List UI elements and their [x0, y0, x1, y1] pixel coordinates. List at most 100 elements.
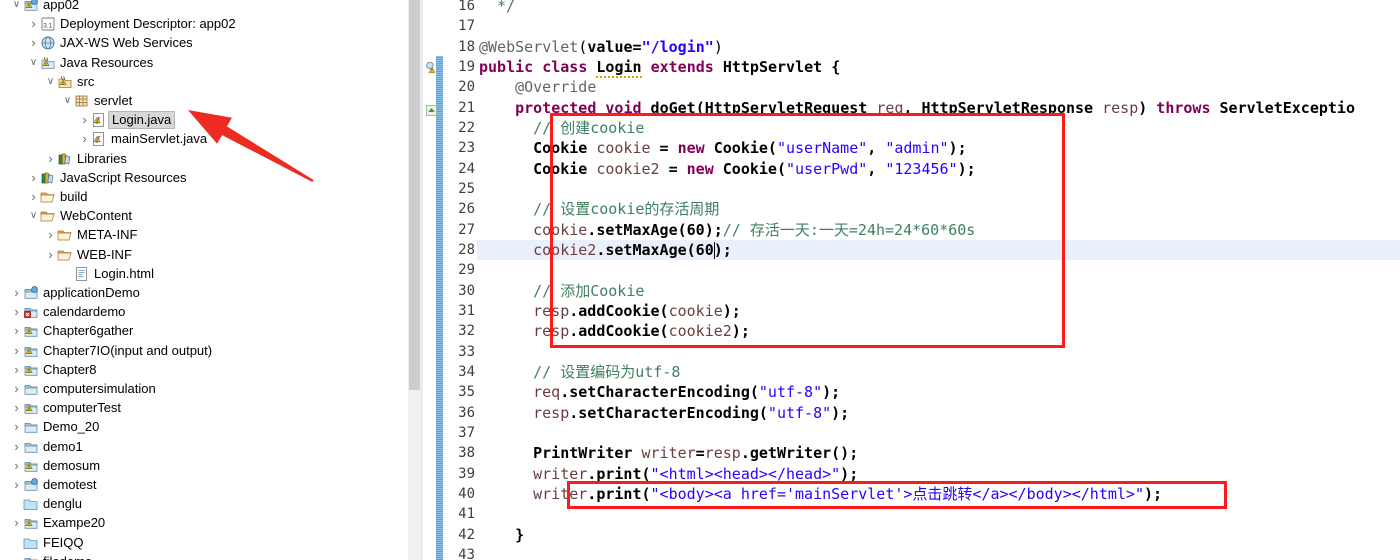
- chevron-right-icon[interactable]: ›: [10, 321, 23, 340]
- chevron-right-icon[interactable]: ›: [27, 187, 40, 206]
- chevron-down-icon[interactable]: ∨: [44, 72, 57, 91]
- tree-item-chapter8[interactable]: › Chapter8: [0, 360, 408, 379]
- project-warning-icon: [23, 341, 40, 360]
- chevron-right-icon[interactable]: ›: [10, 398, 23, 417]
- tree-item-computersimulation[interactable]: › computersimulation: [0, 379, 408, 398]
- tree-item-calendardemo[interactable]: › calendardemo: [0, 302, 408, 321]
- code-token: doGet: [650, 98, 696, 117]
- tree-item-feiqq[interactable]: FEIQQ: [0, 533, 408, 552]
- line-number: 42: [458, 526, 475, 543]
- code-line-text[interactable]: writer.print("<html><head></head>");: [533, 464, 858, 484]
- tree-item-meta-inf[interactable]: › META-INF: [0, 225, 408, 244]
- tree-item-filedemo[interactable]: › filedemo: [0, 552, 408, 560]
- code-line-text[interactable]: protected void doGet(HttpServletRequest …: [515, 98, 1355, 118]
- warning-marker-icon[interactable]: [425, 61, 438, 74]
- line-number: 41: [458, 506, 475, 523]
- code-token: );: [831, 403, 850, 422]
- code-line-text[interactable]: // 设置cookie的存活周期: [533, 199, 719, 219]
- code-line-text[interactable]: Cookie cookie2 = new Cookie("userPwd", "…: [533, 159, 976, 179]
- tree-item-demosum[interactable]: › demosum: [0, 456, 408, 475]
- tree-item-src[interactable]: ∨ src: [0, 72, 408, 91]
- tree-item-label: FEIQQ: [43, 534, 84, 550]
- tree-item-exampe20[interactable]: › Exampe20: [0, 513, 408, 532]
- tree-item-login-html[interactable]: Login.html: [0, 264, 408, 283]
- chevron-right-icon[interactable]: ›: [10, 302, 23, 321]
- chevron-down-icon[interactable]: ∨: [27, 53, 40, 72]
- chevron-right-icon[interactable]: ›: [78, 129, 91, 148]
- code-line-text[interactable]: // 设置编码为utf-8: [533, 362, 680, 382]
- code-line-text[interactable]: */: [497, 0, 515, 16]
- project-explorer-panel[interactable]: ∨ app02 › 3.1 Deployment Descriptor: app02 › J…: [0, 0, 408, 560]
- code-line-text[interactable]: // 添加Cookie: [533, 281, 644, 301]
- code-line-text[interactable]: Cookie cookie = new Cookie("userName", "…: [533, 138, 967, 158]
- chevron-right-icon[interactable]: ›: [10, 513, 23, 532]
- code-token: resp: [533, 403, 570, 422]
- chevron-right-icon[interactable]: ›: [44, 245, 57, 264]
- tree-item-deployment-descriptor-app02[interactable]: › 3.1 Deployment Descriptor: app02: [0, 14, 408, 33]
- chevron-right-icon[interactable]: ›: [10, 456, 23, 475]
- code-line-text[interactable]: }: [515, 525, 524, 545]
- chevron-down-icon[interactable]: ∨: [10, 0, 23, 14]
- chevron-right-icon[interactable]: ›: [27, 14, 40, 33]
- chevron-right-icon[interactable]: ›: [10, 437, 23, 456]
- tree-item-chapter6gather[interactable]: › Chapter6gather: [0, 321, 408, 340]
- tree-item-libraries[interactable]: › Libraries: [0, 149, 408, 168]
- code-token: .setCharacterEncoding(: [569, 403, 768, 422]
- tree-item-demo-20[interactable]: › Demo_20: [0, 417, 408, 436]
- chevron-right-icon[interactable]: ›: [10, 360, 23, 379]
- tree-item-applicationdemo[interactable]: › applicationDemo: [0, 283, 408, 302]
- code-fold-collapse-icon[interactable]: [426, 104, 437, 116]
- tree-item-web-inf[interactable]: › WEB-INF: [0, 245, 408, 264]
- code-editor[interactable]: 16 17 18 19 20 21 22 23 24 25 26 27 28 29 30 31 32 33 34 35…: [423, 0, 1400, 560]
- code-line-text[interactable]: @WebServlet(value="/login"): [479, 37, 723, 57]
- chevron-right-icon[interactable]: ›: [27, 33, 40, 52]
- project-warning-icon: [23, 552, 40, 560]
- tree-item-chapter7io-input-and-output[interactable]: › Chapter7IO(input and output): [0, 341, 408, 360]
- code-line-text[interactable]: PrintWriter writer=resp.getWriter();: [533, 443, 858, 463]
- chevron-right-icon[interactable]: ›: [10, 283, 23, 302]
- tree-item-servlet[interactable]: ∨ servlet: [0, 91, 408, 110]
- tree-item-denglu[interactable]: denglu: [0, 494, 408, 513]
- code-line-text[interactable]: writer.print("<body><a href='mainServlet…: [533, 484, 1162, 504]
- tree-item-computertest[interactable]: › computerTest: [0, 398, 408, 417]
- code-token: resp: [533, 322, 570, 341]
- tree-item-java-resources[interactable]: ∨ Java Resources: [0, 53, 408, 72]
- tree-item-mainservlet-java[interactable]: ›JmainServlet.java: [0, 129, 408, 148]
- code-token: Cookie(: [704, 139, 777, 158]
- tree-item-app02[interactable]: ∨ app02: [0, 0, 408, 14]
- chevron-right-icon[interactable]: ›: [44, 225, 57, 244]
- code-line-text[interactable]: // 创建cookie: [533, 118, 644, 138]
- chevron-right-icon[interactable]: ›: [44, 149, 57, 168]
- chevron-right-icon[interactable]: ›: [10, 417, 23, 436]
- chevron-right-icon[interactable]: ›: [10, 552, 23, 560]
- chevron-down-icon[interactable]: ∨: [61, 91, 74, 110]
- tree-item-login-java[interactable]: ›JLogin.java: [0, 110, 408, 130]
- tree-item-demotest[interactable]: › demotest: [0, 475, 408, 494]
- code-line-text[interactable]: req.setCharacterEncoding("utf-8");: [533, 382, 840, 402]
- chevron-right-icon[interactable]: ›: [78, 110, 91, 129]
- chevron-right-icon[interactable]: ›: [10, 341, 23, 360]
- folder-icon: [57, 245, 74, 264]
- chevron-right-icon[interactable]: ›: [10, 475, 23, 494]
- code-token: );: [957, 159, 976, 178]
- tree-item-label: computerTest: [43, 400, 122, 416]
- tree-item-jax-ws-web-services[interactable]: › JAX-WS Web Services: [0, 33, 408, 52]
- chevron-down-icon[interactable]: ∨: [27, 206, 40, 225]
- code-line-text[interactable]: resp.addCookie(cookie);: [533, 301, 741, 321]
- code-line-text[interactable]: cookie.setMaxAge(60);// 存活一天:一天=24h=24*6…: [533, 220, 975, 240]
- chevron-right-icon[interactable]: ›: [10, 379, 23, 398]
- chevron-right-icon[interactable]: ›: [27, 168, 40, 187]
- tree-item-demo1[interactable]: › demo1: [0, 437, 408, 456]
- tree-item-javascript-resources[interactable]: › JavaScript Resources: [0, 168, 408, 187]
- code-line-text[interactable]: resp.addCookie(cookie2);: [533, 321, 750, 341]
- code-token: new: [677, 139, 705, 158]
- code-line-text[interactable]: @Override: [515, 77, 596, 97]
- code-line-text[interactable]: public class Login extends HttpServlet {: [479, 57, 840, 78]
- code-line-text[interactable]: cookie2.setMaxAge(60);: [533, 240, 732, 260]
- tree-item-webcontent[interactable]: ∨ WebContent: [0, 206, 408, 225]
- tree-item-build[interactable]: › build: [0, 187, 408, 206]
- code-token: .print(: [587, 464, 651, 483]
- explorer-scrollbar-thumb[interactable]: [409, 0, 420, 390]
- line-number: 17: [458, 18, 475, 35]
- code-line-text[interactable]: resp.setCharacterEncoding("utf-8");: [533, 403, 849, 423]
